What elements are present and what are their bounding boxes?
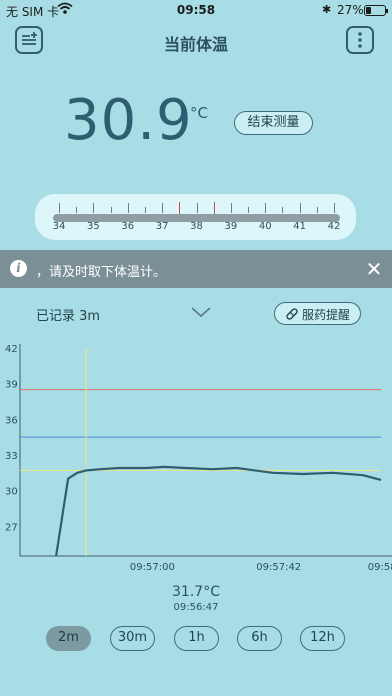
temperature-chart[interactable]: 42 39 36 33 30 27 09:57:00 09:57:42 09:58:2 — [0, 338, 392, 578]
pill-icon — [286, 308, 298, 320]
range-button-1h[interactable]: 1h — [174, 626, 219, 651]
ruler-tick — [144, 207, 146, 213]
alert-text: ，请及时取下体温计。 — [36, 265, 167, 280]
close-icon[interactable]: ✕ — [364, 257, 384, 281]
range-button-12h[interactable]: 12h — [300, 626, 345, 651]
ruler-label: 37 — [155, 221, 169, 232]
ruler-label: 35 — [87, 221, 100, 232]
x-tick-label: 09:57:00 — [130, 562, 175, 573]
ruler-label: 39 — [224, 221, 238, 232]
more-vertical-icon — [358, 32, 362, 48]
more-button[interactable] — [346, 26, 374, 54]
battery-percent: 27% — [337, 3, 364, 17]
ruler-tick — [196, 203, 198, 213]
ruler-label: 40 — [258, 221, 272, 232]
cursor-temperature: 31.7°C — [172, 584, 220, 600]
y-tick-label: 36 — [5, 415, 18, 426]
range-button-30m[interactable]: 30m — [110, 626, 155, 651]
page-title: 当前体温 — [163, 35, 228, 54]
ruler-tick — [334, 203, 335, 213]
status-bar: 无 SIM 卡 09:58 ✱ 27% — [0, 0, 392, 22]
ruler-tick — [110, 207, 112, 213]
y-tick-label: 30 — [5, 487, 18, 498]
info-icon: i — [10, 260, 27, 277]
ruler-label: 36 — [121, 221, 135, 232]
x-tick-label: 09:58:2 — [368, 562, 392, 573]
end-measurement-button[interactable]: 结束测量 — [234, 111, 313, 135]
recorded-duration: 已记录 3m — [36, 309, 101, 324]
alert-banner: i ，请及时取下体温计。 ✕ — [0, 250, 392, 288]
ruler-tick — [265, 203, 267, 213]
ruler-label: 38 — [190, 221, 203, 232]
range-button-6h[interactable]: 6h — [237, 626, 282, 651]
medicine-reminder-button[interactable]: 服药提醒 — [274, 302, 361, 325]
y-tick-label: 39 — [5, 380, 18, 391]
ruler-label: 42 — [327, 221, 341, 232]
ruler-tick — [59, 203, 60, 213]
ruler-tick — [162, 203, 164, 213]
y-tick-label: 33 — [5, 451, 18, 462]
ruler-label: 34 — [52, 221, 66, 232]
ruler-tick — [230, 203, 232, 213]
clock: 09:58 — [176, 3, 216, 17]
bluetooth-icon: ✱ — [322, 3, 332, 16]
ruler-alarm-mark — [213, 202, 215, 214]
ruler-alarm-mark — [179, 202, 181, 214]
cursor-time: 09:56:47 — [173, 602, 219, 613]
ruler-tick — [93, 203, 95, 213]
current-temperature: 30.9 — [64, 88, 193, 153]
temperature-unit: °C — [190, 104, 208, 122]
temperature-ruler: 34 35 36 37 38 39 40 41 42 — [35, 194, 356, 240]
ruler-tick — [299, 203, 301, 213]
chevron-down-icon[interactable] — [190, 305, 212, 319]
x-tick-label: 09:57:42 — [256, 562, 301, 573]
y-tick-label: 27 — [5, 522, 18, 533]
ruler-tick — [76, 207, 78, 213]
ruler-tick — [316, 207, 318, 213]
temperature-series-line — [55, 465, 382, 557]
ruler-label: 41 — [293, 221, 306, 232]
ruler-tick — [127, 203, 129, 213]
medicine-reminder-label: 服药提醒 — [302, 308, 351, 322]
y-tick-label: 42 — [5, 344, 18, 355]
range-button-2m[interactable]: 2m — [46, 626, 91, 651]
ruler-tick — [282, 207, 284, 213]
ruler-tick — [248, 207, 250, 213]
battery-icon — [364, 5, 388, 16]
